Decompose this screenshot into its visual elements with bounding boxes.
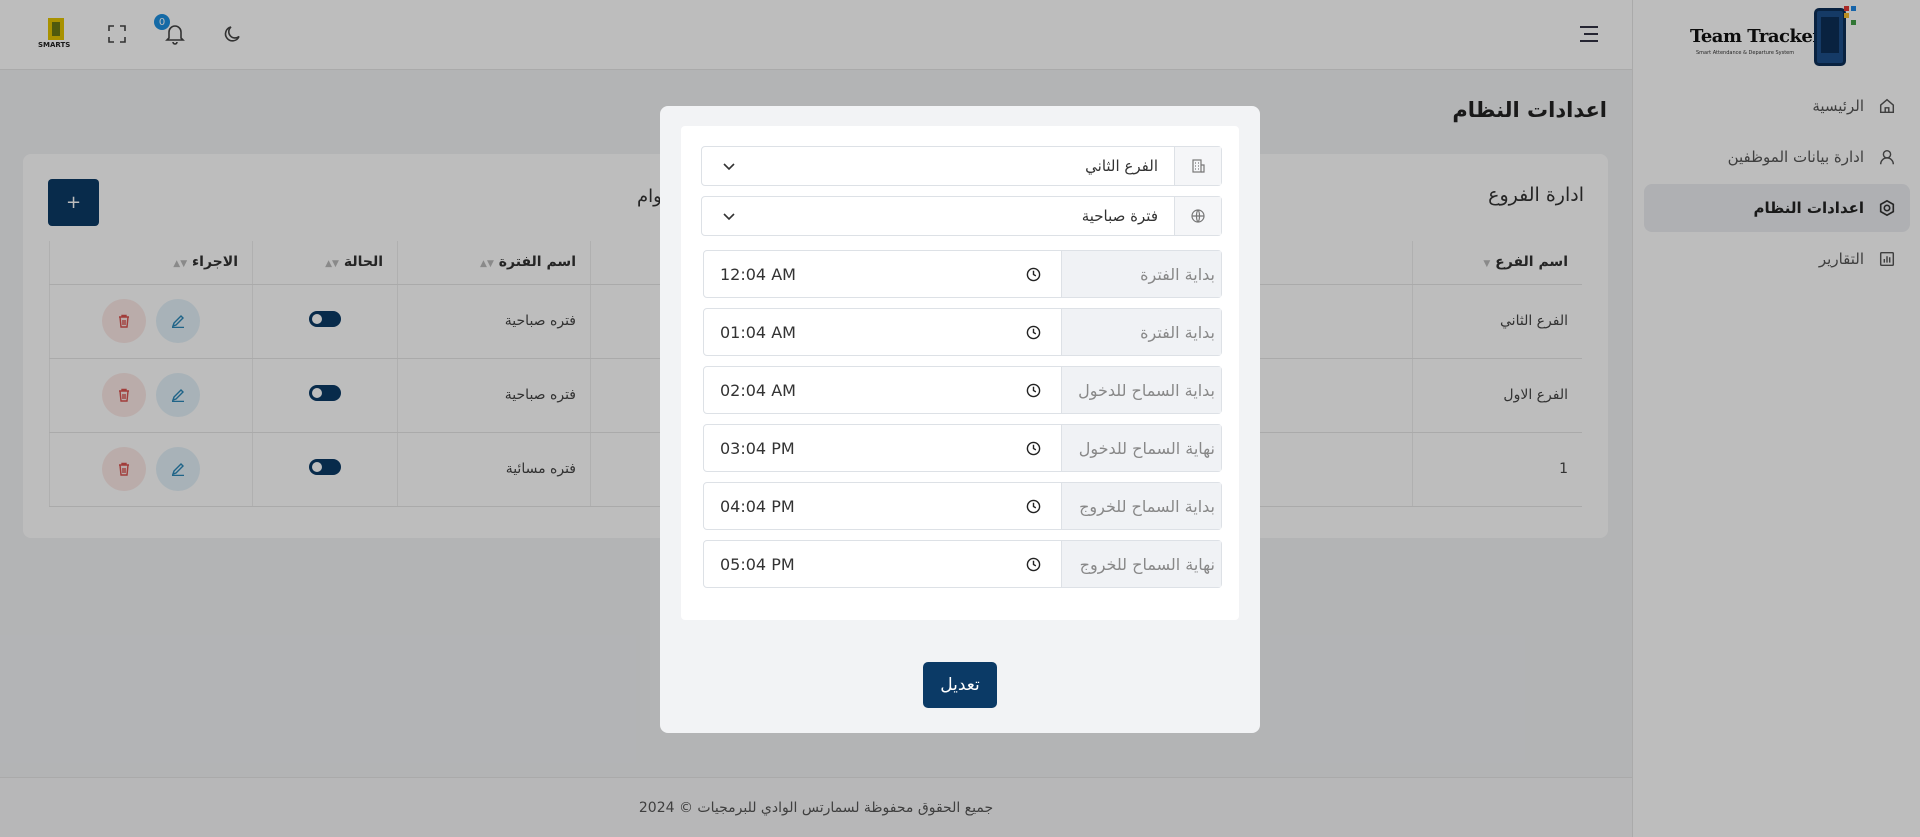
modal-form: الفرع الثاني فترة صباحية 12:04 AM بداية … (681, 126, 1239, 620)
time-input[interactable]: 12:04 AM (720, 265, 796, 284)
globe-icon (1174, 197, 1221, 235)
time-field-label: نهاية السماح للخروج (1061, 541, 1221, 587)
clock-icon[interactable] (1026, 441, 1041, 456)
time-field-period-start[interactable]: 12:04 AM بداية الفترة (703, 250, 1222, 298)
time-field-entry-allow-end[interactable]: 03:04 PM نهاية السماح للدخول (703, 424, 1222, 472)
chevron-down-icon (723, 213, 735, 221)
clock-icon[interactable] (1026, 499, 1041, 514)
clock-icon[interactable] (1026, 267, 1041, 282)
time-field-label: بداية السماح للدخول (1061, 367, 1221, 413)
time-field-entry-allow-start[interactable]: 02:04 AM بداية السماح للدخول (703, 366, 1222, 414)
branch-select-value: الفرع الثاني (1085, 157, 1158, 175)
clock-icon[interactable] (1026, 383, 1041, 398)
clock-icon[interactable] (1026, 557, 1041, 572)
time-input[interactable]: 03:04 PM (720, 439, 795, 458)
time-field-label: بداية الفترة (1061, 309, 1221, 355)
time-field-label: بداية السماح للخروج (1061, 483, 1221, 529)
time-field-label: بداية الفترة (1061, 251, 1221, 297)
time-input[interactable]: 05:04 PM (720, 555, 795, 574)
branch-select[interactable]: الفرع الثاني (701, 146, 1222, 186)
chevron-down-icon (723, 163, 735, 171)
time-input[interactable]: 01:04 AM (720, 323, 796, 342)
period-select-value: فترة صباحية (1081, 207, 1158, 225)
edit-period-modal: الفرع الثاني فترة صباحية 12:04 AM بداية … (660, 106, 1260, 733)
time-field-exit-allow-end[interactable]: 05:04 PM نهاية السماح للخروج (703, 540, 1222, 588)
time-input[interactable]: 02:04 AM (720, 381, 796, 400)
period-select[interactable]: فترة صباحية (701, 196, 1222, 236)
update-button[interactable]: تعديل (923, 662, 997, 708)
time-field-period-start-2[interactable]: 01:04 AM بداية الفترة (703, 308, 1222, 356)
time-field-exit-allow-start[interactable]: 04:04 PM بداية السماح للخروج (703, 482, 1222, 530)
time-field-label: نهاية السماح للدخول (1061, 425, 1221, 471)
time-input[interactable]: 04:04 PM (720, 497, 795, 516)
clock-icon[interactable] (1026, 325, 1041, 340)
building-icon (1174, 147, 1221, 185)
